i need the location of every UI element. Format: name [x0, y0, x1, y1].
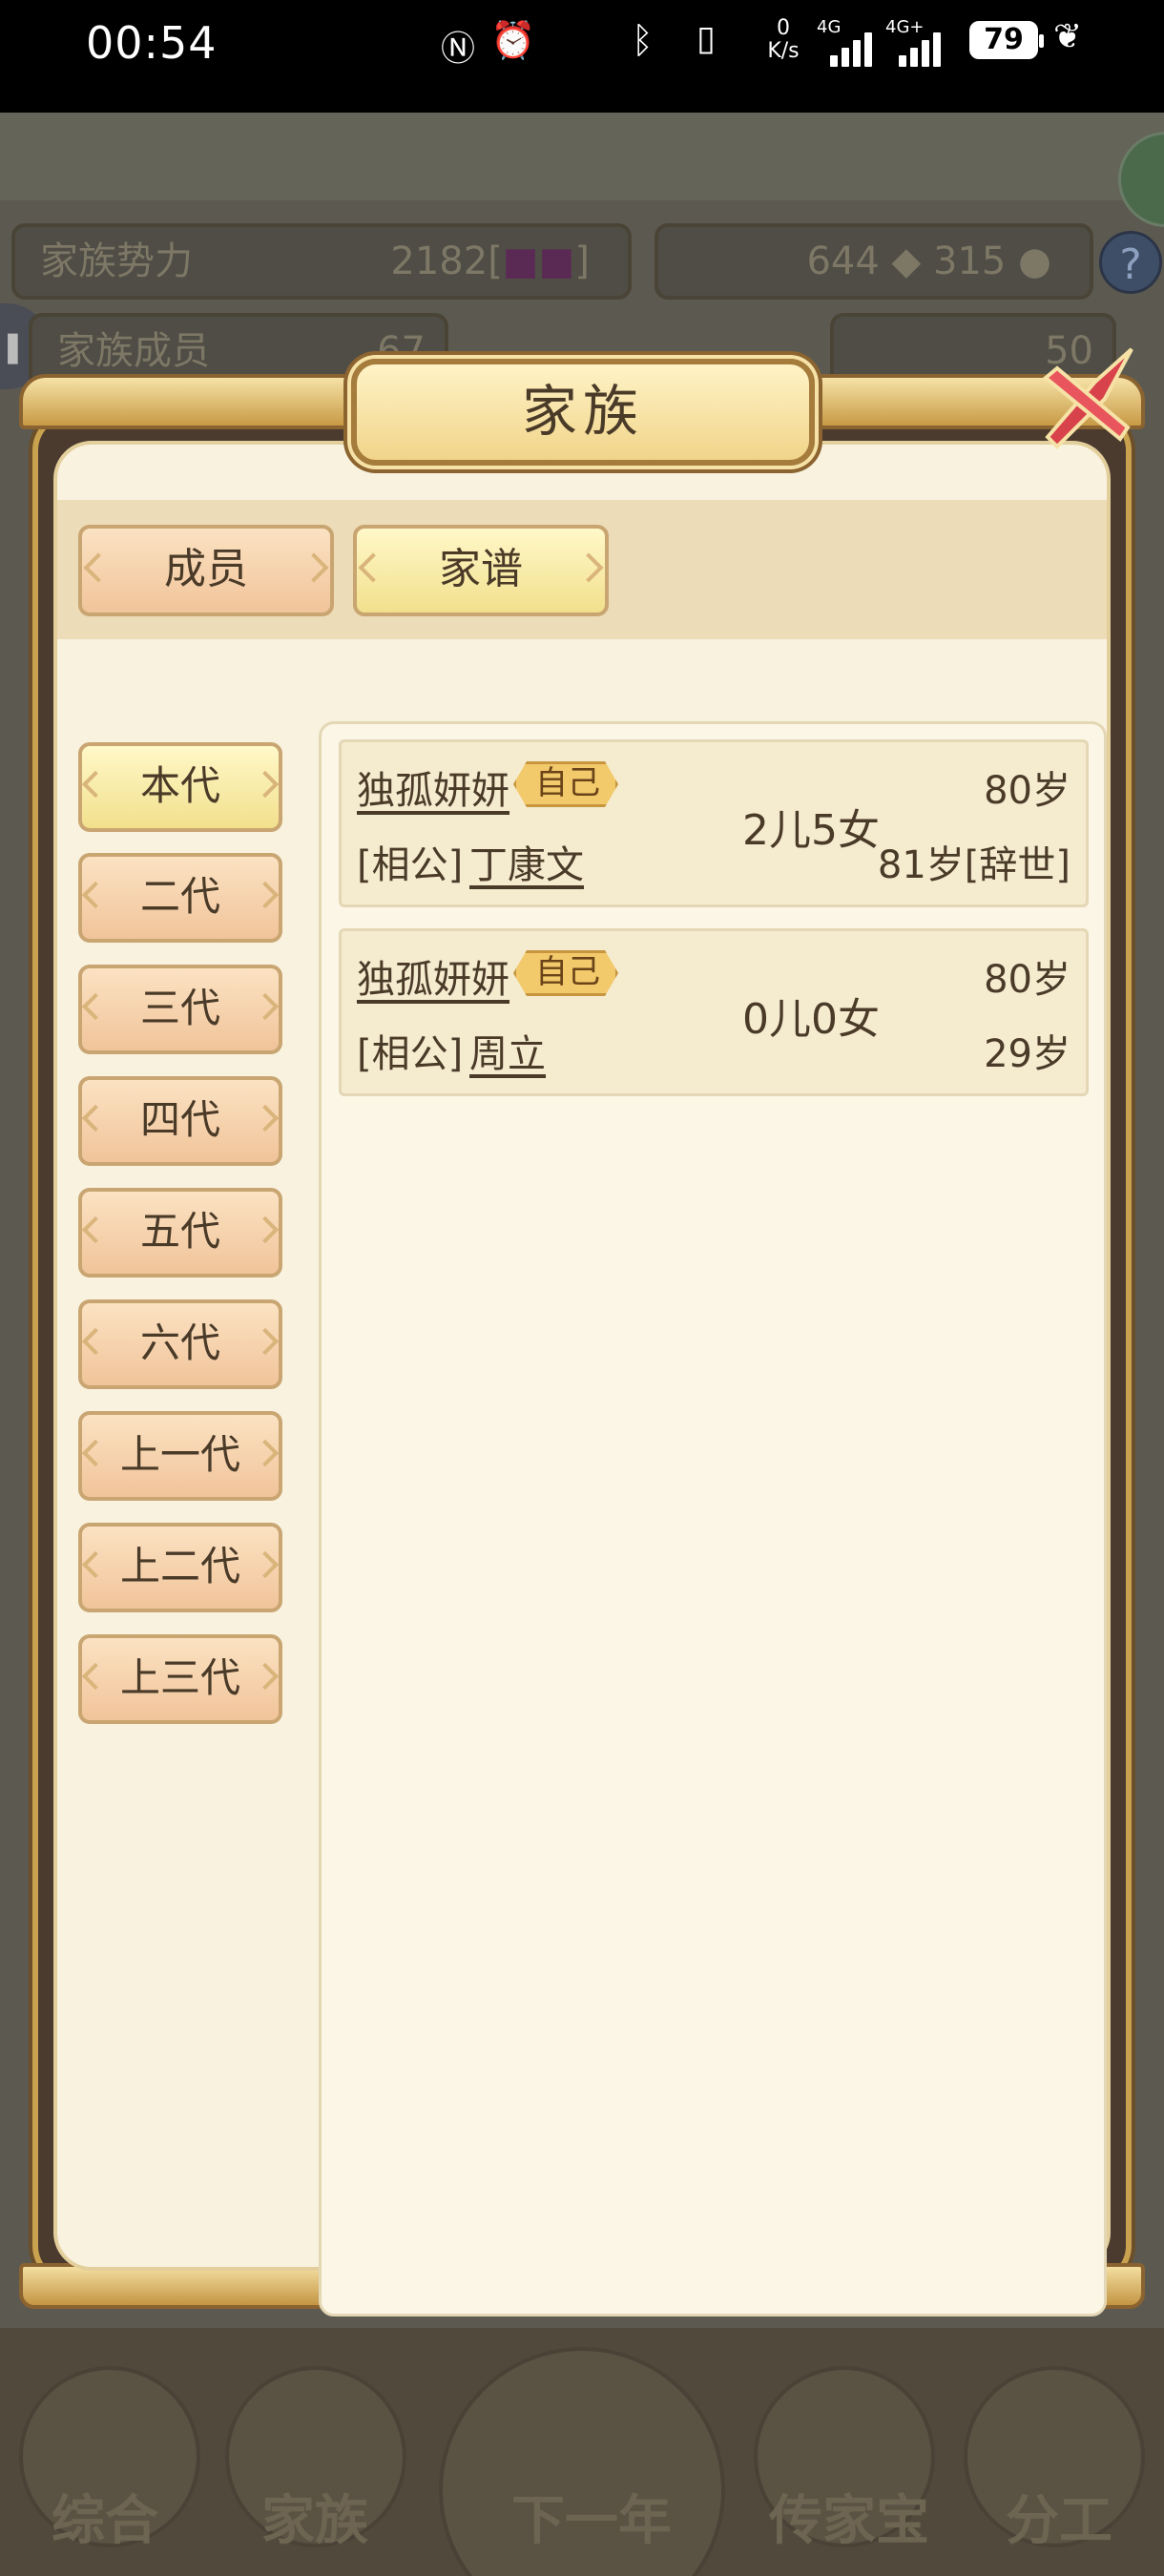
spouse-label: [相公] [357, 843, 464, 887]
gen-label: 三代 [139, 985, 220, 1031]
bg-nav-heirloom: 传家宝 [769, 2490, 929, 2552]
gen-label: 二代 [139, 873, 220, 920]
vibrate-icon: ▯ [696, 19, 716, 58]
member-age: 80岁 [984, 769, 1070, 813]
bg-stat-resources: 644 ◆ 315 ● [655, 223, 1093, 300]
spouse-name-link[interactable]: 丁康文 [469, 834, 584, 889]
tab-genealogy-label: 家谱 [439, 545, 523, 593]
bg-resource-value: 644 [806, 239, 880, 283]
bg-top-band [0, 113, 1164, 200]
gen-fourth-button[interactable]: 四代 [78, 1076, 282, 1166]
battery-icon: 79 [969, 21, 1044, 59]
dialog-title-text: 家族 [521, 379, 644, 444]
bluetooth-icon: ᛒ [632, 19, 654, 61]
gen-prev2-button[interactable]: 上二代 [78, 1523, 282, 1612]
close-icon [1042, 347, 1133, 449]
family-dialog: 成员 家谱 本代 二代 三代 四代 五代 六代 上一代 上二代 上三代 独孤妍妍… [19, 347, 1145, 2328]
children-count: 2儿5女 [742, 806, 880, 855]
member-name-link[interactable]: 独孤妍妍 [357, 948, 509, 1004]
alarm-icon: ⏰ [490, 19, 536, 61]
gen-label: 六代 [139, 1319, 220, 1366]
eco-leaf-icon: ❦ [1053, 17, 1083, 56]
bg-bottom-nav: 综合 家族 下一年 传家宝 分工 [0, 2328, 1164, 2576]
gen-fifth-button[interactable]: 五代 [78, 1188, 282, 1278]
gen-label: 上三代 [119, 1654, 240, 1701]
spouse-label: [相公] [357, 1032, 464, 1076]
gen-label: 本代 [139, 762, 220, 809]
gen-prev1-button[interactable]: 上一代 [78, 1411, 282, 1501]
help-icon: ? [1099, 231, 1162, 294]
gen-sixth-button[interactable]: 六代 [78, 1299, 282, 1389]
battery-level: 79 [984, 23, 1024, 56]
spouse-age: 29岁 [984, 1032, 1070, 1076]
tab-members[interactable]: 成员 [78, 525, 334, 616]
bg-stat-power-value: 2182 [390, 239, 488, 283]
tab-genealogy[interactable]: 家谱 [353, 525, 609, 616]
bg-stat-power: 家族势力 2182[■■] [11, 223, 632, 300]
genealogy-list: 独孤妍妍 自己 [相公] 丁康文 2儿5女 80岁 81岁[辞世] 独孤妍妍 自… [319, 721, 1107, 2316]
gen-label: 上一代 [119, 1431, 240, 1478]
status-bar: 00:54 Ⓝ ⏰ ᛒ ▯ 0 K/s 4G 4G+ 79 ❦ [0, 0, 1164, 113]
net-speed: 0 K/s [759, 17, 807, 63]
gen-label: 上二代 [119, 1543, 240, 1589]
nfc-icon: Ⓝ [441, 30, 476, 69]
bg-resource2-value: 315 [933, 239, 1007, 283]
bg-nav-general: 综合 [52, 2490, 158, 2552]
bg-stat-power-label: 家族势力 [40, 239, 193, 283]
bg-stat-members-label: 家族成员 [57, 329, 210, 373]
member-row[interactable]: 独孤妍妍 自己 [相公] 周立 0儿0女 80岁 29岁 [339, 928, 1089, 1096]
bg-nav-family: 家族 [261, 2490, 368, 2552]
gen-third-button[interactable]: 三代 [78, 965, 282, 1054]
bg-nav-division: 分工 [1006, 2490, 1112, 2552]
self-badge: 自己 [513, 950, 618, 996]
status-time: 00:54 [86, 17, 218, 69]
close-button[interactable] [1029, 343, 1143, 458]
gen-current-button[interactable]: 本代 [78, 742, 282, 832]
gen-label: 四代 [139, 1096, 220, 1143]
spouse-name-link[interactable]: 周立 [469, 1023, 546, 1078]
net-speed-unit: K/s [767, 39, 800, 63]
gen-prev3-button[interactable]: 上三代 [78, 1634, 282, 1724]
gen-label: 五代 [139, 1208, 220, 1255]
dialog-title: 家族 [351, 359, 815, 466]
member-name-link[interactable]: 独孤妍妍 [357, 759, 509, 815]
dialog-panel: 成员 家谱 本代 二代 三代 四代 五代 六代 上一代 上二代 上三代 独孤妍妍… [53, 441, 1111, 2316]
children-count: 0儿0女 [742, 995, 880, 1044]
member-age: 80岁 [984, 958, 1070, 1002]
gen-second-button[interactable]: 二代 [78, 853, 282, 943]
tab-members-label: 成员 [164, 545, 248, 593]
bg-nav-next-year: 下一年 [511, 2490, 672, 2552]
self-badge: 自己 [513, 761, 618, 807]
member-row[interactable]: 独孤妍妍 自己 [相公] 丁康文 2儿5女 80岁 81岁[辞世] [339, 739, 1089, 907]
tab-strip: 成员 家谱 [57, 500, 1107, 639]
spouse-age: 81岁[辞世] [877, 843, 1070, 887]
net-speed-value: 0 [777, 16, 790, 40]
